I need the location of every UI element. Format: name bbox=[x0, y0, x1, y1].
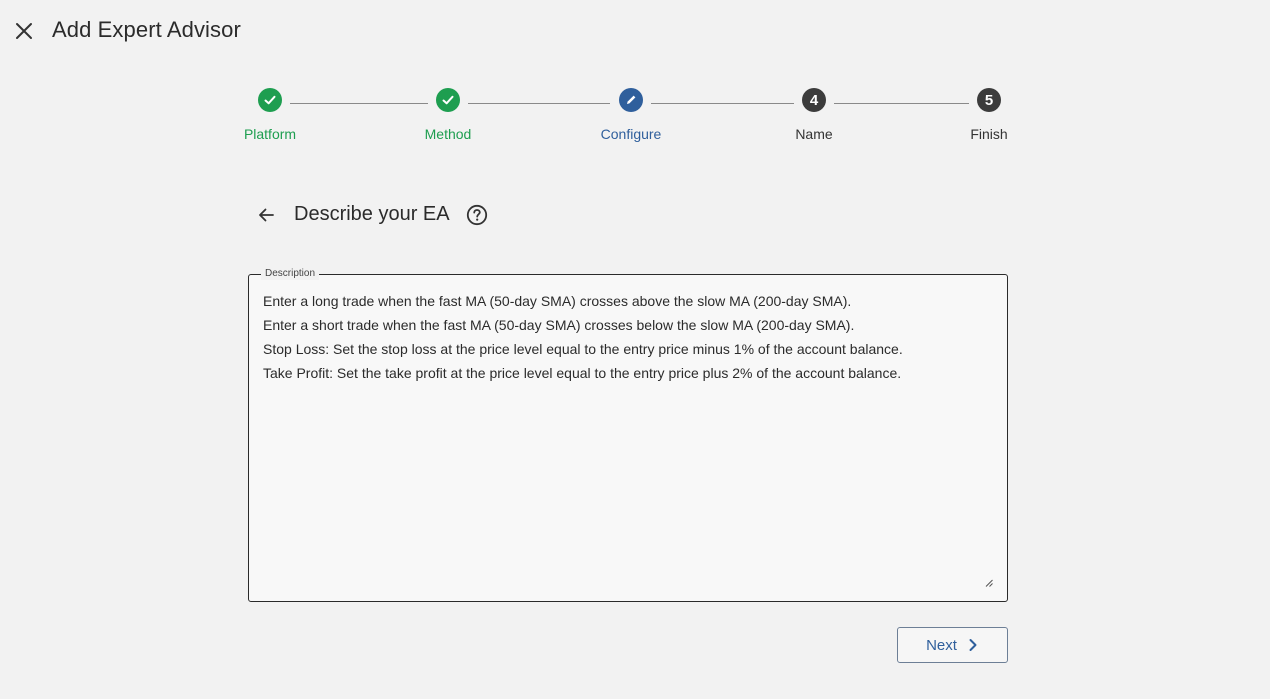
page-title: Add Expert Advisor bbox=[52, 17, 241, 42]
step-number: 4 bbox=[802, 88, 826, 112]
step-label: Configure bbox=[600, 126, 662, 142]
help-circle-icon bbox=[466, 204, 488, 226]
next-button-label: Next bbox=[926, 636, 957, 654]
next-button[interactable]: Next bbox=[897, 627, 1008, 663]
stepper: Platform Method Configure 4 Name 5 Finis… bbox=[0, 88, 1270, 158]
step-circle bbox=[619, 88, 643, 112]
back-button[interactable] bbox=[253, 203, 279, 227]
step-number: 5 bbox=[977, 88, 1001, 112]
description-textarea[interactable] bbox=[263, 289, 993, 589]
chevron-right-icon bbox=[969, 639, 977, 651]
step-label: Platform bbox=[243, 126, 297, 142]
description-field[interactable]: Description bbox=[248, 268, 1008, 602]
header: Add Expert Advisor bbox=[0, 0, 1270, 62]
step-method[interactable]: Method bbox=[388, 88, 508, 142]
close-button[interactable] bbox=[12, 19, 36, 43]
check-icon bbox=[442, 95, 454, 105]
close-icon bbox=[16, 23, 32, 39]
step-finish[interactable]: 5 Finish bbox=[929, 88, 1049, 142]
step-label: Finish bbox=[970, 126, 1008, 142]
section-title: Describe your EA bbox=[294, 203, 450, 225]
help-button[interactable] bbox=[466, 204, 488, 226]
arrow-left-icon bbox=[259, 208, 274, 222]
step-configure[interactable]: Configure bbox=[571, 88, 691, 142]
step-circle bbox=[258, 88, 282, 112]
description-label: Description bbox=[261, 268, 320, 280]
step-name[interactable]: 4 Name bbox=[754, 88, 874, 142]
resize-handle-icon[interactable] bbox=[985, 579, 993, 587]
step-circle bbox=[436, 88, 460, 112]
check-icon bbox=[264, 95, 276, 105]
step-platform[interactable]: Platform bbox=[210, 88, 330, 142]
step-label: Method bbox=[424, 126, 472, 142]
pencil-icon bbox=[627, 95, 636, 104]
step-label: Name bbox=[795, 126, 833, 142]
